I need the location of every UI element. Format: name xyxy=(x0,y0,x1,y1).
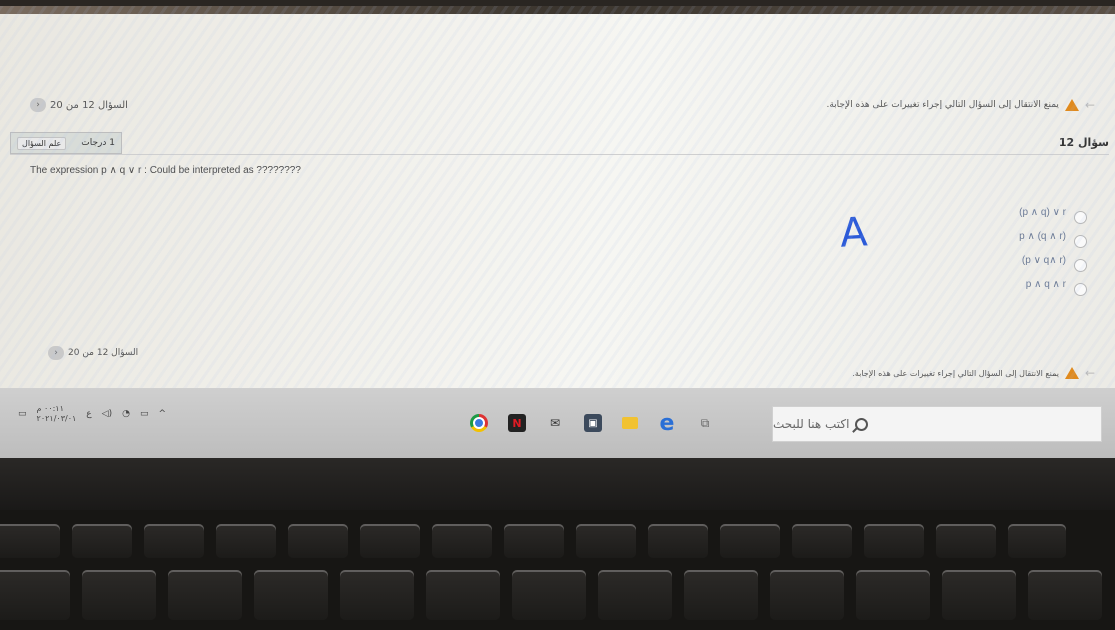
key xyxy=(936,524,996,558)
volume-icon[interactable]: ◁) xyxy=(102,409,112,419)
question-counter: السؤال 12 من 20 ‹ xyxy=(30,98,128,112)
navigation-warning: ← يمنع الانتقال إلى السؤال التالي إجراء … xyxy=(826,98,1095,112)
question-title: سؤال 12 xyxy=(1058,136,1109,149)
handwritten-annotation: A xyxy=(838,209,869,257)
key xyxy=(598,570,672,620)
store-icon[interactable]: ▣ xyxy=(584,414,602,432)
notification-icon[interactable]: ▭ xyxy=(18,409,27,419)
prev-question-button[interactable]: ‹ xyxy=(30,98,46,112)
key xyxy=(168,570,242,620)
taskbar-search-box[interactable]: اكتب هنا للبحث xyxy=(772,406,1102,442)
key xyxy=(720,524,780,558)
key xyxy=(1028,570,1102,620)
back-arrow-icon[interactable]: ← xyxy=(1085,366,1095,380)
key xyxy=(254,570,328,620)
answer-option-label: p ∧ (q ∧ r) xyxy=(1019,230,1066,242)
key xyxy=(0,570,70,620)
tray-date: ٢٠٢١/٠٣/٠١ xyxy=(36,414,77,423)
language-indicator[interactable]: ع xyxy=(86,409,91,419)
question-info-box: 1 درجات علم السؤال xyxy=(10,132,122,154)
tray-clock[interactable]: ٠٠:١١ م ٢٠٢١/٠٣/٠١ xyxy=(37,404,77,424)
netflix-icon[interactable]: N xyxy=(508,414,526,432)
key xyxy=(340,570,414,620)
windows-taskbar: ▭ ٠٠:١١ م ٢٠٢١/٠٣/٠١ ع ◁) ◔ ▭ ^ N ✉ ▣ e … xyxy=(0,388,1115,458)
key-row xyxy=(0,524,1066,558)
search-icon xyxy=(855,417,869,431)
answer-option-label: (p ∧ q) ∨ r xyxy=(1019,206,1066,218)
key xyxy=(684,570,758,620)
key xyxy=(0,524,60,558)
back-arrow-icon[interactable]: ← xyxy=(1085,98,1095,112)
key xyxy=(1008,524,1066,558)
key xyxy=(216,524,276,558)
key xyxy=(856,570,930,620)
key xyxy=(504,524,564,558)
key xyxy=(792,524,852,558)
question-counter-label: السؤال 12 من 20 xyxy=(68,348,139,358)
navigation-warning: ← يمنع الانتقال إلى السؤال التالي إجراء … xyxy=(852,366,1095,380)
key xyxy=(576,524,636,558)
question-divider xyxy=(10,154,1109,155)
key xyxy=(72,524,132,558)
key xyxy=(512,570,586,620)
task-view-icon[interactable]: ⧉ xyxy=(696,414,714,432)
show-hidden-icons-icon[interactable]: ^ xyxy=(158,409,166,419)
browser-screen: السؤال 12 من 20 ‹ ← يمنع الانتقال إلى ال… xyxy=(0,0,1115,388)
answer-option[interactable]: p ∧ q ∧ r xyxy=(967,272,1087,296)
tray-time: ٠٠:١١ م xyxy=(36,404,64,413)
answer-option[interactable]: (p ∧ q) ∨ r xyxy=(967,200,1087,224)
key xyxy=(360,524,420,558)
key xyxy=(82,570,156,620)
navigation-warning-text: يمنع الانتقال إلى السؤال التالي إجراء تغ… xyxy=(852,368,1059,378)
mail-icon[interactable]: ✉ xyxy=(546,414,564,432)
search-placeholder: اكتب هنا للبحث xyxy=(773,417,850,431)
question-counter: السؤال 12 من 20 ‹ xyxy=(48,346,138,360)
laptop-keyboard xyxy=(0,510,1115,630)
network-icon[interactable]: ◔ xyxy=(122,409,130,419)
pinned-apps: N ✉ ▣ e ⧉ xyxy=(470,411,714,436)
key xyxy=(426,570,500,620)
chrome-icon[interactable] xyxy=(470,414,488,432)
key xyxy=(432,524,492,558)
answer-radio[interactable] xyxy=(1074,210,1087,224)
key xyxy=(942,570,1016,620)
bottom-navigation: السؤال 12 من 20 ‹ ← يمنع الانتقال إلى ال… xyxy=(48,346,1105,380)
key xyxy=(770,570,844,620)
prev-question-button[interactable]: ‹ xyxy=(48,346,64,360)
flag-question-button[interactable]: علم السؤال xyxy=(17,136,67,150)
warning-icon xyxy=(1064,99,1079,111)
key xyxy=(144,524,204,558)
answer-radio[interactable] xyxy=(1074,258,1087,272)
answer-option[interactable]: (p ∨ q∧ r) xyxy=(967,248,1087,272)
answer-option[interactable]: p ∧ (q ∧ r) xyxy=(967,224,1087,248)
edge-icon[interactable]: e xyxy=(658,411,676,436)
navigation-warning-text: يمنع الانتقال إلى السؤال التالي إجراء تغ… xyxy=(826,100,1059,110)
answer-radio[interactable] xyxy=(1074,282,1087,296)
question-counter-label: السؤال 12 من 20 xyxy=(50,99,128,111)
battery-icon[interactable]: ▭ xyxy=(140,409,149,419)
key xyxy=(288,524,348,558)
question-grade: 1 درجات xyxy=(81,138,115,148)
warning-icon xyxy=(1064,367,1079,379)
key-row xyxy=(0,570,1102,620)
file-explorer-icon[interactable] xyxy=(622,417,638,429)
answer-options: (p ∧ q) ∨ r p ∧ (q ∧ r) (p ∨ q∧ r) p ∧ q… xyxy=(967,200,1087,296)
answer-radio[interactable] xyxy=(1074,234,1087,248)
question-text: The expression p ∧ q ∨ r : Could be inte… xyxy=(30,165,301,176)
screen-top-edge xyxy=(0,6,1115,14)
key xyxy=(864,524,924,558)
system-tray: ▭ ٠٠:١١ م ٢٠٢١/٠٣/٠١ ع ◁) ◔ ▭ ^ xyxy=(18,404,166,424)
laptop-bezel xyxy=(0,458,1115,510)
top-navigation: السؤال 12 من 20 ‹ ← يمنع الانتقال إلى ال… xyxy=(30,98,1105,118)
answer-option-label: (p ∨ q∧ r) xyxy=(1021,254,1066,266)
key xyxy=(648,524,708,558)
answer-option-label: p ∧ q ∧ r xyxy=(1025,278,1066,290)
